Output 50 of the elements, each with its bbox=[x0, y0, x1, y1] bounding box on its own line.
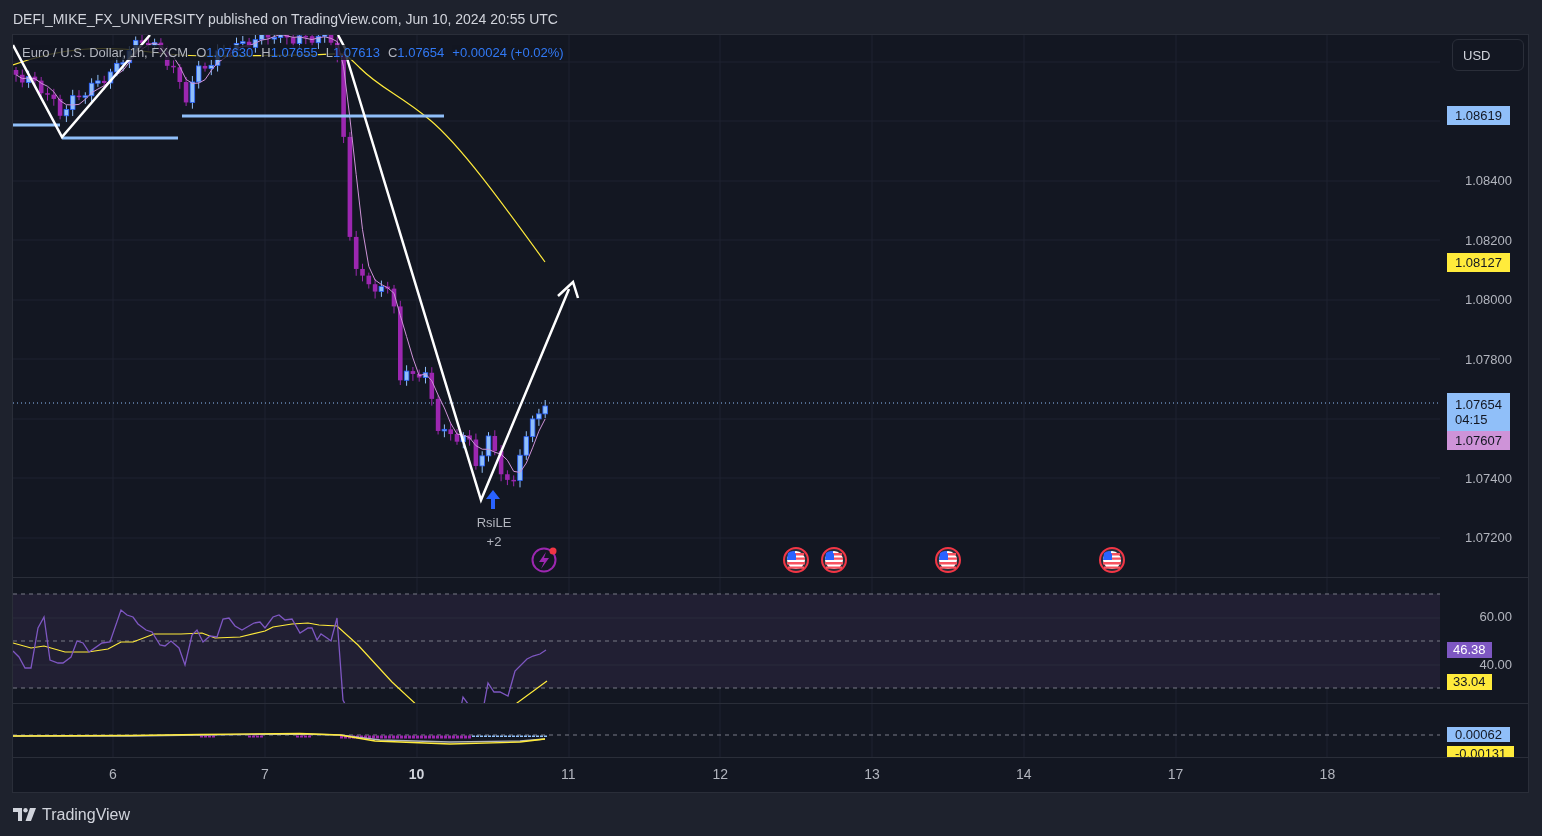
symbol-title: Euro / U.S. Dollar, 1h, FXCM bbox=[22, 45, 189, 60]
axis-tick-label: 1.07800 bbox=[1465, 352, 1512, 367]
time-axis-label: 10 bbox=[408, 766, 425, 782]
up-arrow-icon bbox=[486, 490, 500, 509]
flag-icon[interactable] bbox=[821, 547, 847, 573]
price-badge: 0.00062 bbox=[1447, 726, 1510, 742]
time-axis-label: 13 bbox=[864, 766, 880, 782]
ohlc-label: C bbox=[387, 45, 398, 60]
axis-tick-label: 1.08200 bbox=[1465, 233, 1512, 248]
horizontal-level-line[interactable] bbox=[13, 123, 60, 127]
flag-icon[interactable] bbox=[935, 547, 961, 573]
axis-tick-label: 1.07400 bbox=[1465, 471, 1512, 486]
price-change: +0.00024 (+0.02%) bbox=[452, 45, 564, 60]
ohlc-label: H bbox=[261, 45, 271, 60]
price-badge: 1.08619 bbox=[1447, 106, 1510, 126]
time-axis-label: 14 bbox=[1016, 766, 1032, 782]
price-badge: -0.00131 bbox=[1447, 745, 1515, 757]
price-badge: 33.04 bbox=[1447, 673, 1492, 690]
brand-name: TradingView bbox=[42, 805, 131, 824]
flag-icon[interactable] bbox=[783, 547, 809, 573]
currency-button[interactable]: USD bbox=[1452, 39, 1524, 71]
brand-logo-icon bbox=[13, 808, 37, 821]
ohlc-value: 1.07655 bbox=[270, 45, 318, 60]
ohlc-label: O bbox=[196, 45, 207, 60]
publication-info: DEFI_MIKE_FX_UNIVERSITY published on TradingView.com, Jun 10, 2024 20:55 UTC bbox=[13, 10, 558, 29]
signal-count: +2 bbox=[486, 534, 502, 549]
axis-tick-label: 40.00 bbox=[1479, 658, 1512, 672]
time-axis-label: 18 bbox=[1319, 766, 1336, 782]
axis-tick-label: 60.00 bbox=[1479, 610, 1512, 624]
price-badge: 46.38 bbox=[1447, 641, 1492, 658]
price-badge: 1.07654 04:15 bbox=[1447, 393, 1510, 432]
axis-tick-label: 1.08000 bbox=[1465, 293, 1512, 307]
time-axis-label: 17 bbox=[1167, 766, 1184, 782]
flag-icon[interactable] bbox=[1099, 547, 1125, 573]
horizontal-level-line[interactable] bbox=[182, 114, 444, 118]
lightning-icon[interactable] bbox=[531, 547, 557, 573]
ohlc-label: L bbox=[325, 45, 333, 60]
ohlc-value: 1.07613 bbox=[332, 45, 380, 60]
ohlc-value: 1.07654 bbox=[397, 45, 445, 60]
horizontal-level-line[interactable] bbox=[62, 136, 178, 140]
axis-tick-label: 1.07200 bbox=[1465, 531, 1512, 545]
signal-label: RsiLE bbox=[476, 515, 512, 530]
time-axis-label: 6 bbox=[109, 766, 117, 782]
time-axis-label: 12 bbox=[712, 766, 728, 782]
ohlc-value: 1.07630 bbox=[206, 45, 254, 60]
axis-tick-label: 1.08400 bbox=[1465, 174, 1512, 188]
time-axis-label: 7 bbox=[260, 766, 269, 782]
time-axis-label: 11 bbox=[561, 766, 576, 782]
price-badge: 1.07607 bbox=[1447, 431, 1510, 451]
price-badge: 1.08127 bbox=[1447, 252, 1510, 272]
